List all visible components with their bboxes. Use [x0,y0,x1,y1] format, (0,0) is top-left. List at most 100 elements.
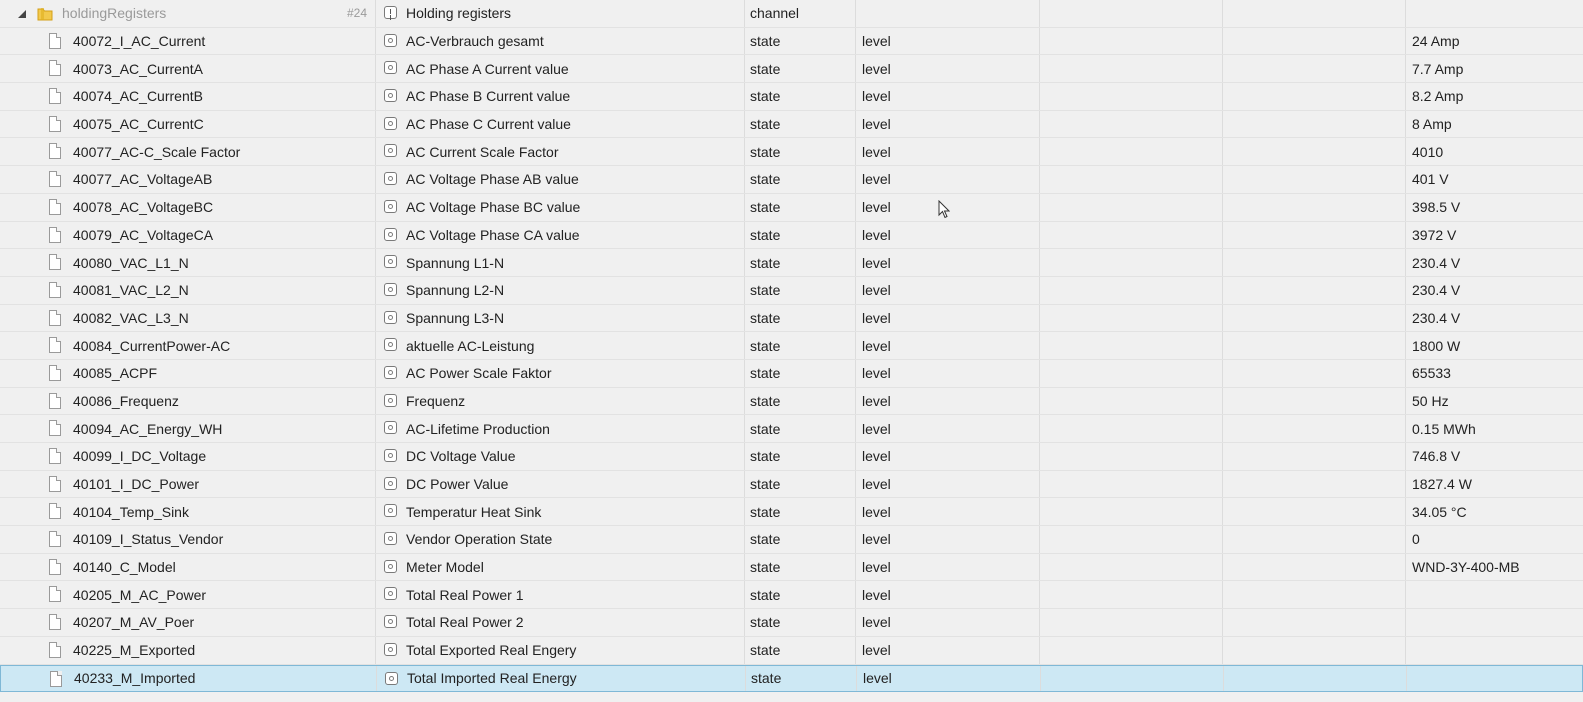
table-row[interactable]: 40079_AC_VoltageCA AC Voltage Phase CA va… [0,221,1583,250]
empty-cell [1040,636,1223,664]
empty-cell [1223,498,1406,526]
object-value[interactable]: 746.8 V [1406,443,1583,470]
empty-cell [1223,221,1406,249]
table-row[interactable]: 40233_M_Imported Total Imported Real Ener… [0,664,1583,693]
file-icon [49,531,61,548]
state-icon [384,421,397,435]
object-name: AC Voltage Phase BC value [406,199,581,216]
object-value[interactable]: 0 [1406,526,1583,553]
empty-cell [1040,304,1223,332]
table-row[interactable]: 40081_VAC_L2_N Spannung L2-N state level 230… [0,276,1583,305]
empty-cell [1040,526,1223,553]
folder-type: channel [745,0,856,27]
table-row[interactable]: 40207_M_AV_Poer Total Real Power 2 state le… [0,609,1583,637]
table-row[interactable]: 40073_AC_CurrentA AC Phase A Current valu… [0,55,1583,84]
object-value[interactable]: 4010 [1406,138,1583,165]
table-row[interactable]: 40077_AC-C_Scale Factor AC Current Scale … [0,138,1583,167]
object-id: 40099_I_DC_Voltage [73,448,207,465]
empty-cell [1040,359,1223,387]
collapse-icon[interactable] [18,10,26,19]
table-row[interactable]: 40101_I_DC_Power DC Power Value state level… [0,470,1583,499]
table-row[interactable]: 40085_ACPF AC Power Scale Faktor state leve… [0,359,1583,388]
file-icon [49,226,61,243]
state-icon [385,671,398,685]
object-id: 40077_AC_VoltageAB [73,171,213,188]
object-value[interactable]: 230.4 V [1406,277,1583,304]
channel-icon [384,6,397,19]
object-value[interactable]: 50 Hz [1406,388,1583,415]
table-row[interactable]: 40086_Frequenz Frequenz state level 50 Hz [0,387,1583,416]
object-name: Temperatur Heat Sink [406,503,542,520]
object-role: level [856,304,1040,332]
table-row[interactable]: 40099_I_DC_Voltage DC Voltage Value state l… [0,443,1583,471]
folder-row[interactable]: holdingRegisters #24 Holding registers c… [0,0,1583,28]
table-row[interactable]: 40104_Temp_Sink Temperatur Heat Sink state… [0,498,1583,527]
object-value[interactable]: 34.05 °C [1406,498,1583,525]
empty-cell [1040,415,1223,442]
object-value[interactable]: 230.4 V [1406,249,1583,276]
object-id: 40081_VAC_L2_N [73,282,189,299]
table-row[interactable]: 40082_VAC_L3_N Spannung L3-N state level 230… [0,304,1583,333]
table-row[interactable]: 40094_AC_Energy_WH AC-Lifetime Production… [0,415,1583,443]
object-value[interactable]: WND-3Y-400-MB [1406,554,1583,581]
object-value[interactable]: 8 Amp [1406,111,1583,138]
object-type: state [746,665,857,692]
object-value[interactable]: 398.5 V [1406,194,1583,221]
object-value[interactable]: 0.15 MWh [1406,415,1583,442]
empty-cell [1040,249,1223,276]
empty-cell [1040,581,1223,609]
empty-cell [1223,27,1406,55]
object-value[interactable]: 24 Amp [1406,28,1583,55]
object-name: aktuelle AC-Leistung [406,337,535,354]
table-row[interactable]: 40074_AC_CurrentB AC Phase B Current valu… [0,83,1583,111]
object-id: 40205_M_AC_Power [73,586,207,603]
object-name: AC Current Scale Factor [406,143,559,160]
object-value[interactable] [1406,637,1583,664]
object-role: level [856,387,1040,415]
object-value[interactable]: 8.2 Amp [1406,83,1583,110]
object-role: level [856,138,1040,166]
empty-cell [1223,359,1406,387]
object-name: Total Imported Real Energy [407,670,577,687]
object-value[interactable] [1406,609,1583,636]
table-row[interactable]: 40080_VAC_L1_N Spannung L1-N state level 230… [0,249,1583,277]
table-row[interactable]: 40140_C_Model Meter Model state level WND-3Y… [0,553,1583,582]
file-icon [50,670,62,687]
object-value[interactable]: 1827.4 W [1406,471,1583,498]
object-role: level [856,415,1040,442]
object-value[interactable]: 230.4 V [1406,305,1583,332]
object-id: 40225_M_Exported [73,642,196,659]
table-row[interactable]: 40075_AC_CurrentC AC Phase C Current valu… [0,110,1583,139]
object-role: level [856,27,1040,55]
table-row[interactable]: 40072_I_AC_Current AC-Verbrauch gesamt sta… [0,27,1583,56]
object-id: 40077_AC-C_Scale Factor [73,143,241,160]
object-value[interactable] [1406,581,1583,608]
object-type: state [745,498,856,526]
object-value[interactable]: 1800 W [1406,332,1583,359]
empty-cell [1223,249,1406,276]
table-row[interactable]: 40078_AC_VoltageBC AC Voltage Phase BC va… [0,193,1583,222]
table-row[interactable]: 40109_I_Status_Vendor Vendor Operation St… [0,526,1583,554]
object-value[interactable]: 7.7 Amp [1406,55,1583,82]
state-icon [384,199,397,213]
object-value[interactable]: 3972 V [1406,222,1583,249]
table-row[interactable]: 40077_AC_VoltageAB AC Voltage Phase AB va… [0,166,1583,194]
object-type: state [745,166,856,193]
empty-cell [1040,193,1223,221]
object-name: DC Voltage Value [406,448,516,465]
object-id: 40084_CurrentPower-AC [73,337,231,354]
object-role: level [856,443,1040,470]
object-value[interactable] [1407,666,1583,692]
empty-cell [1224,665,1407,692]
file-icon [49,364,61,381]
table-row[interactable]: 40225_M_Exported Total Exported Real Enge… [0,636,1583,665]
object-value[interactable]: 65533 [1406,360,1583,387]
table-row[interactable]: 40084_CurrentPower-AC aktuelle AC-Leistun… [0,332,1583,360]
object-value[interactable]: 401 V [1406,166,1583,193]
table-row[interactable]: 40205_M_AC_Power Total Real Power 1 state l… [0,581,1583,610]
object-role: level [856,359,1040,387]
object-name: AC-Lifetime Production [406,420,550,437]
object-role: level [856,55,1040,83]
object-name: AC Phase B Current value [406,88,571,105]
empty-cell [1223,581,1406,609]
